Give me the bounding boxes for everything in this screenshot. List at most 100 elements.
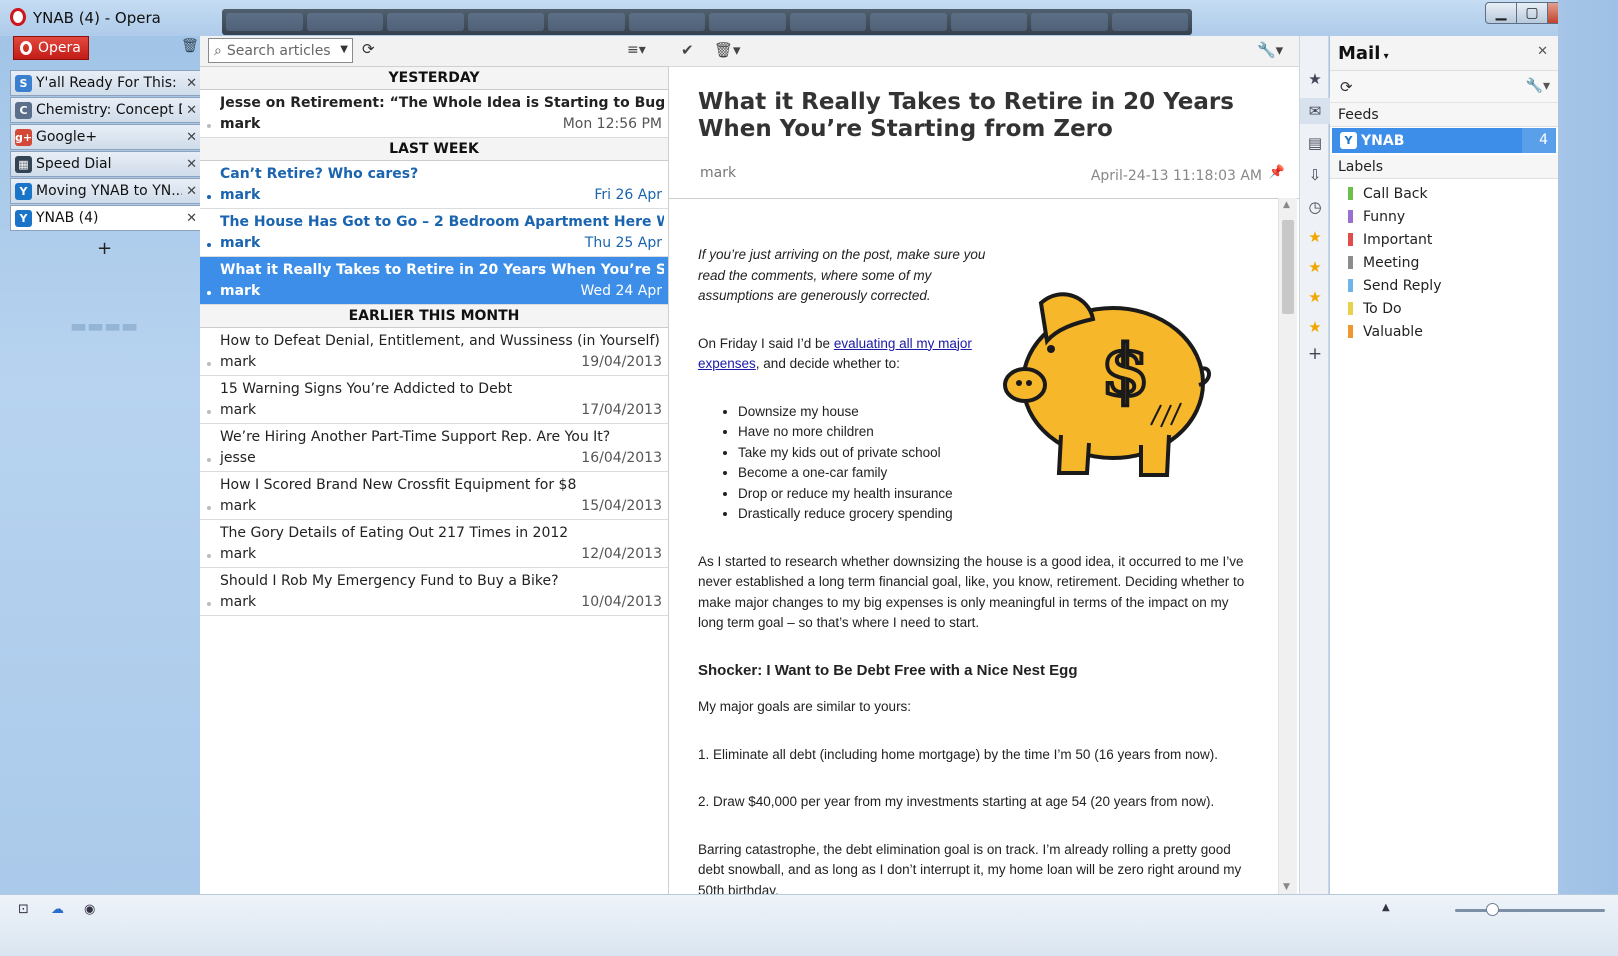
- label-name: Important: [1363, 231, 1433, 248]
- article-list-item[interactable]: 15 Warning Signs You’re Addicted to Debt…: [200, 376, 668, 424]
- add-panel-icon[interactable]: +: [1300, 344, 1330, 364]
- tab-3[interactable]: ▦ Speed Dial ✕: [10, 151, 202, 177]
- article-list-item[interactable]: The House Has Got to Go – 2 Bedroom Apar…: [200, 209, 668, 257]
- read-status-dot[interactable]: [207, 410, 211, 414]
- close-tab-icon[interactable]: ✕: [186, 76, 197, 91]
- scroll-down-icon[interactable]: ▼: [1283, 882, 1290, 892]
- mail-icon[interactable]: ✉: [1300, 98, 1330, 124]
- list-options-icon[interactable]: ≡▾: [627, 42, 646, 58]
- item-title: Can’t Retire? Who cares?: [220, 166, 419, 182]
- tab-5[interactable]: Y YNAB (4) ✕: [10, 205, 202, 231]
- tab-2[interactable]: g+ Google+ ✕: [10, 124, 202, 150]
- minimize-button[interactable]: ▁: [1485, 2, 1517, 24]
- delete-icon[interactable]: 🗑▾: [714, 41, 741, 59]
- search-input[interactable]: Search articles: [227, 43, 331, 59]
- article-scrollbar[interactable]: ▲ ▼: [1278, 198, 1297, 894]
- item-date: 10/04/2013: [581, 594, 662, 610]
- downloads-icon[interactable]: ⇩: [1300, 166, 1330, 184]
- label-color-icon: [1348, 302, 1353, 315]
- opera-menu-button[interactable]: Opera: [13, 36, 89, 60]
- zoom-slider[interactable]: [1455, 909, 1605, 912]
- read-status-dot[interactable]: [207, 362, 211, 366]
- read-status-dot[interactable]: [207, 602, 211, 606]
- widget-star-icon[interactable]: ★: [1300, 288, 1330, 306]
- label-item[interactable]: Send Reply: [1330, 274, 1558, 297]
- read-status-dot[interactable]: [207, 124, 211, 128]
- scroll-up-icon[interactable]: ▲: [1283, 200, 1290, 210]
- mail-panel-header: Mail ▾ ✕: [1330, 36, 1558, 71]
- read-status-dot[interactable]: [207, 554, 211, 558]
- mail-panel-title[interactable]: Mail ▾: [1338, 43, 1389, 64]
- read-status-dot[interactable]: [207, 291, 211, 295]
- panel-toggle-icon[interactable]: ⊡: [18, 902, 29, 917]
- widget-star-icon[interactable]: ★: [1300, 318, 1330, 336]
- close-tab-icon[interactable]: ✕: [186, 211, 197, 226]
- tab-4[interactable]: Y Moving YNAB to YN..... ✕: [10, 178, 202, 204]
- read-status-dot[interactable]: [207, 458, 211, 462]
- notes-icon[interactable]: ▤: [1300, 134, 1330, 152]
- refresh-icon[interactable]: ⟳: [1340, 78, 1353, 96]
- label-item[interactable]: Call Back: [1330, 182, 1558, 205]
- mark-read-icon[interactable]: ✔: [681, 41, 694, 59]
- read-status-dot[interactable]: [207, 506, 211, 510]
- close-tab-icon[interactable]: ✕: [186, 130, 197, 145]
- bookmarks-icon[interactable]: ★: [1300, 70, 1330, 88]
- favicon-icon: C: [15, 101, 32, 119]
- item-title: Jesse on Retirement: “The Whole Idea is …: [220, 95, 664, 111]
- label-color-icon: [1348, 279, 1353, 292]
- label-item[interactable]: Meeting: [1330, 251, 1558, 274]
- item-author: mark: [220, 402, 257, 418]
- mail-settings-icon[interactable]: 🔧▾: [1526, 78, 1550, 94]
- close-tab-icon[interactable]: ✕: [186, 184, 197, 199]
- article-list-item[interactable]: Should I Rob My Emergency Fund to Buy a …: [200, 568, 668, 616]
- article-author: mark: [700, 165, 737, 181]
- article-list-item[interactable]: How to Defeat Denial, Entitlement, and W…: [200, 328, 668, 376]
- article-list-item[interactable]: What it Really Takes to Retire in 20 Yea…: [200, 257, 668, 305]
- expense-list-item: Drop or reduce my health insurance: [738, 484, 1018, 505]
- label-item[interactable]: Important: [1330, 228, 1558, 251]
- label-name: Meeting: [1363, 254, 1420, 271]
- expense-list-item: Have no more children: [738, 422, 1018, 443]
- label-name: Send Reply: [1363, 277, 1442, 294]
- article-list-item[interactable]: Jesse on Retirement: “The Whole Idea is …: [200, 90, 668, 138]
- item-author: mark: [220, 116, 261, 132]
- search-box[interactable]: ⌕ Search articles ▼: [208, 38, 353, 63]
- close-tab-icon[interactable]: ✕: [186, 157, 197, 172]
- article-settings-icon[interactable]: 🔧▾: [1257, 41, 1283, 59]
- tab-1[interactable]: CChemistry: Concept D... ✕: [10, 97, 202, 123]
- expense-list-item: Drastically reduce grocery spending: [738, 504, 1018, 525]
- article-list-item[interactable]: How I Scored Brand New Crossfit Equipmen…: [200, 472, 668, 520]
- read-status-dot[interactable]: [207, 195, 211, 199]
- turbo-icon[interactable]: ◉: [84, 902, 95, 917]
- history-icon[interactable]: ◷: [1300, 198, 1330, 216]
- maximize-button[interactable]: ▢: [1516, 2, 1548, 24]
- group-header: YESTERDAY: [200, 67, 668, 90]
- read-status-dot[interactable]: [207, 243, 211, 247]
- feed-item-ynab[interactable]: Y YNAB 4: [1332, 128, 1556, 153]
- pin-icon[interactable]: 📌: [1269, 165, 1285, 180]
- tab-label: Y'all Ready For This: '...: [36, 75, 182, 91]
- widget-star-icon[interactable]: ★: [1300, 228, 1330, 246]
- opera-unite-icon[interactable]: ☁: [51, 902, 64, 917]
- label-item[interactable]: To Do: [1330, 297, 1558, 320]
- close-icon[interactable]: ✕: [1537, 44, 1548, 59]
- label-item[interactable]: Valuable: [1330, 320, 1558, 343]
- refresh-icon[interactable]: ⟳: [362, 40, 375, 58]
- view-options-icon[interactable]: ▲: [1382, 902, 1390, 913]
- label-item[interactable]: Funny: [1330, 205, 1558, 228]
- tab-label: YNAB (4): [36, 210, 99, 226]
- scrollbar-thumb[interactable]: [1282, 220, 1294, 314]
- favicon-icon: g+: [14, 128, 33, 146]
- article-list-item[interactable]: The Gory Details of Eating Out 217 Times…: [200, 520, 668, 568]
- tab-bar: SY'all Ready For This: '...✕CChemistry: …: [10, 70, 202, 232]
- label-name: Funny: [1363, 208, 1406, 225]
- article-list-item[interactable]: Can’t Retire? Who cares? mark Fri 26 Apr: [200, 161, 668, 209]
- search-dropdown-icon[interactable]: ▼: [340, 44, 348, 55]
- close-tab-icon[interactable]: ✕: [186, 103, 197, 118]
- article-list-item[interactable]: We’re Hiring Another Part-Time Support R…: [200, 424, 668, 472]
- tab-0[interactable]: SY'all Ready For This: '... ✕: [10, 70, 202, 96]
- trash-icon[interactable]: 🗑: [181, 38, 199, 54]
- new-tab-button[interactable]: +: [97, 238, 112, 259]
- zoom-slider-handle[interactable]: [1486, 903, 1499, 916]
- widget-star-icon[interactable]: ★: [1300, 258, 1330, 276]
